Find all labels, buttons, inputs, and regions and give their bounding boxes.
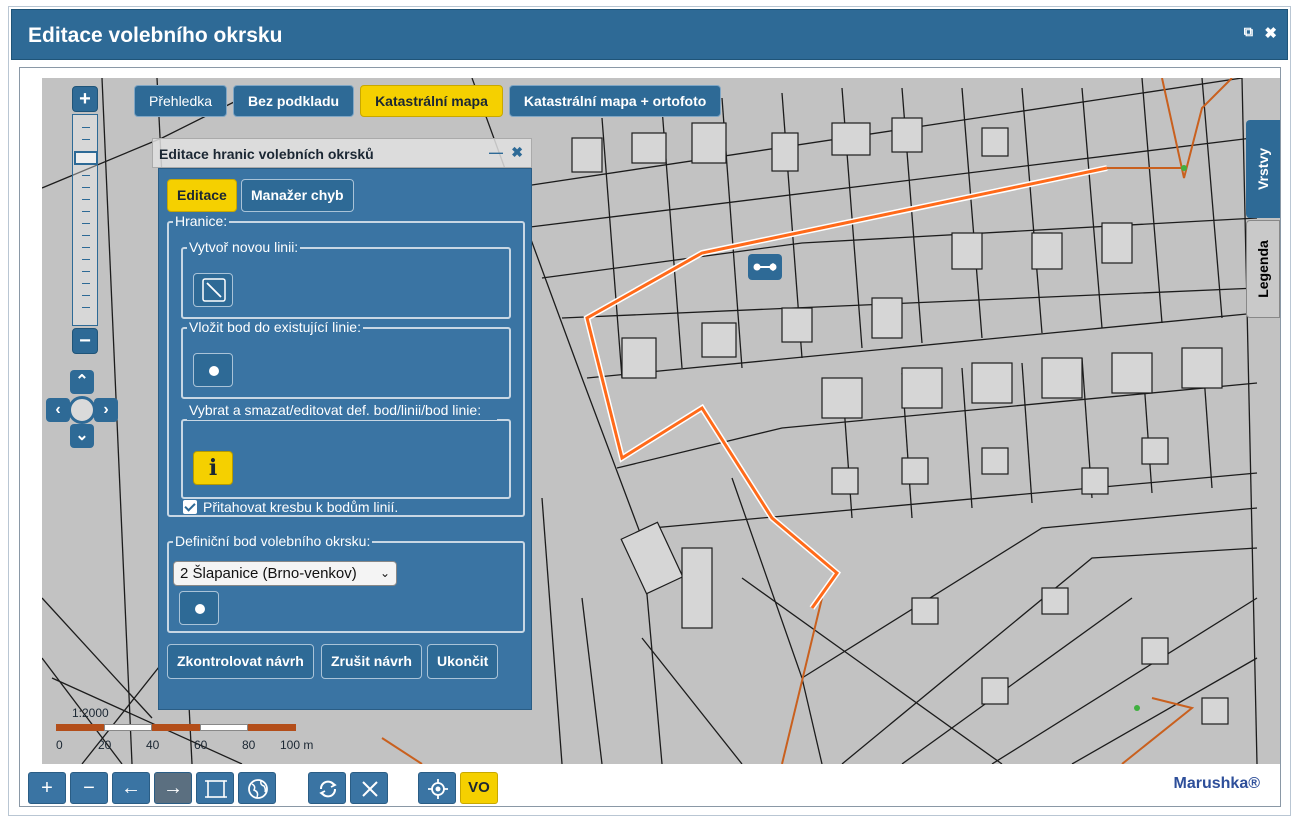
zoom-in-button[interactable]: + [28,772,66,804]
forward-button[interactable]: → [154,772,192,804]
window-title: Editace volebního okrsku [28,24,283,47]
zoom-slider-track[interactable] [72,114,98,326]
definition-point-group: Definiční bod volebního okrsku: [167,533,525,633]
vo-button[interactable]: VO [460,772,498,804]
tab-bez-podkladu[interactable]: Bez podkladu [233,85,355,117]
close-icon[interactable]: ✖ [1264,24,1277,42]
district-select[interactable]: 2 Šlapanice (Brno-venkov) ⌄ [173,561,397,586]
tab-legenda[interactable]: Legenda [1246,220,1280,318]
point-icon [195,604,205,614]
tab-editace[interactable]: Editace [167,179,237,212]
tab-prehledka[interactable]: Přehledka [134,85,228,117]
definition-point-legend: Definiční bod volebního okrsku: [173,533,373,550]
hranice-group: Hranice: Vytvoř novou linii: Vložit bod … [167,213,525,517]
tab-katastralni-mapa-ortofoto[interactable]: Katastrální mapa + ortofoto [508,85,722,117]
edit-panel: Editace hranic volebních okrsků — ✖ Edit… [152,138,532,710]
tab-vrstvy[interactable]: Vrstvy [1246,120,1280,218]
panel-body: Editace Manažer chyb Hranice: Vytvoř nov… [158,168,532,710]
pan-control: ⌃ ‹ › ⌄ [46,370,118,448]
cancel-proposal-button[interactable]: Zrušit návrh [321,644,422,679]
panel-header: Editace hranic volebních okrsků — ✖ [152,138,532,168]
zoom-extent-button[interactable] [196,772,234,804]
finish-button[interactable]: Ukončit [427,644,499,679]
checkbox-checked-icon[interactable] [183,500,197,514]
insert-point-button[interactable] [193,353,233,387]
scale-label: 20 [98,738,112,752]
brand-logo: Marushka® [1173,775,1260,792]
back-button[interactable]: ← [112,772,150,804]
panel-title: Editace hranic volebních okrsků [159,146,374,162]
map-canvas[interactable]: + − ⌃ ‹ › ⌄ Přehledka Bez podkladu Katas… [42,78,1280,764]
draw-line-icon [202,278,226,302]
pan-down-icon[interactable]: ⌄ [70,424,94,448]
info-icon: i [208,455,218,481]
dialog-window: Editace volebního okrsku ⧉ ✖ + − ⌃ ‹ › ⌄… [8,6,1291,816]
scale-label: 40 [146,738,160,752]
pan-up-icon[interactable]: ⌃ [70,370,94,394]
tab-manazer-chyb[interactable]: Manažer chyb [241,179,354,212]
draw-line-button[interactable] [193,273,233,307]
pan-left-icon[interactable]: ‹ [46,398,70,422]
zoom-out-button[interactable]: − [70,772,108,804]
select-edit-group: Vybrat a smazat/editovat def. bod/linii/… [181,401,511,499]
minimize-icon[interactable]: — [489,144,503,160]
refresh-button[interactable] [308,772,346,804]
scale-label: 100 m [280,738,314,752]
insert-point-legend: Vložit bod do existující linie: [187,319,363,336]
pan-center-icon[interactable] [68,396,96,424]
insert-point-group: Vložit bod do existující linie: [181,319,511,399]
close-icon [362,781,378,797]
clear-button[interactable] [350,772,388,804]
globe-icon [248,779,268,799]
zoom-control: + − [72,86,100,354]
title-bar: Editace volebního okrsku ⧉ ✖ [11,9,1288,60]
check-proposal-button[interactable]: Zkontrolovat návrh [167,644,314,679]
panel-close-icon[interactable]: ✖ [511,144,523,161]
tab-katastralni-mapa[interactable]: Katastrální mapa [360,85,503,117]
snap-checkbox[interactable]: Přitahovat kresbu k bodům linií. [183,499,398,515]
snap-checkbox-label: Přitahovat kresbu k bodům linií. [203,499,399,515]
scale-ratio: 1:2000 [72,706,109,720]
place-definition-point-button[interactable] [179,591,219,625]
point-icon [209,366,219,376]
map-type-tabs: Přehledka Bez podkladu Katastrální mapa … [134,85,722,117]
chevron-down-icon: ⌄ [379,566,390,580]
crosshair-icon [428,779,448,799]
scale-label: 0 [56,738,63,752]
new-line-group: Vytvoř novou linii: [181,239,511,319]
select-edit-legend: Vybrat a smazat/editovat def. bod/linii/… [187,401,497,420]
zoom-slider-thumb[interactable] [74,151,98,165]
scale-label: 80 [242,738,256,752]
pan-right-icon[interactable]: › [94,398,118,422]
scale-label: 60 [194,738,208,752]
map-zoom-in-button[interactable]: + [72,86,98,112]
info-select-button[interactable]: i [193,451,233,485]
hranice-legend: Hranice: [173,213,230,230]
popout-icon[interactable]: ⧉ [1244,24,1253,40]
scale-bar: 1:2000 0 20 40 60 80 100 m [56,706,316,762]
refresh-icon [319,780,337,798]
new-line-legend: Vytvoř novou linii: [187,239,301,256]
content-area: + − ⌃ ‹ › ⌄ Přehledka Bez podkladu Katas… [19,67,1281,807]
extent-icon [205,780,227,798]
map-zoom-out-button[interactable]: − [72,328,98,354]
globe-button[interactable] [238,772,276,804]
locate-button[interactable] [418,772,456,804]
